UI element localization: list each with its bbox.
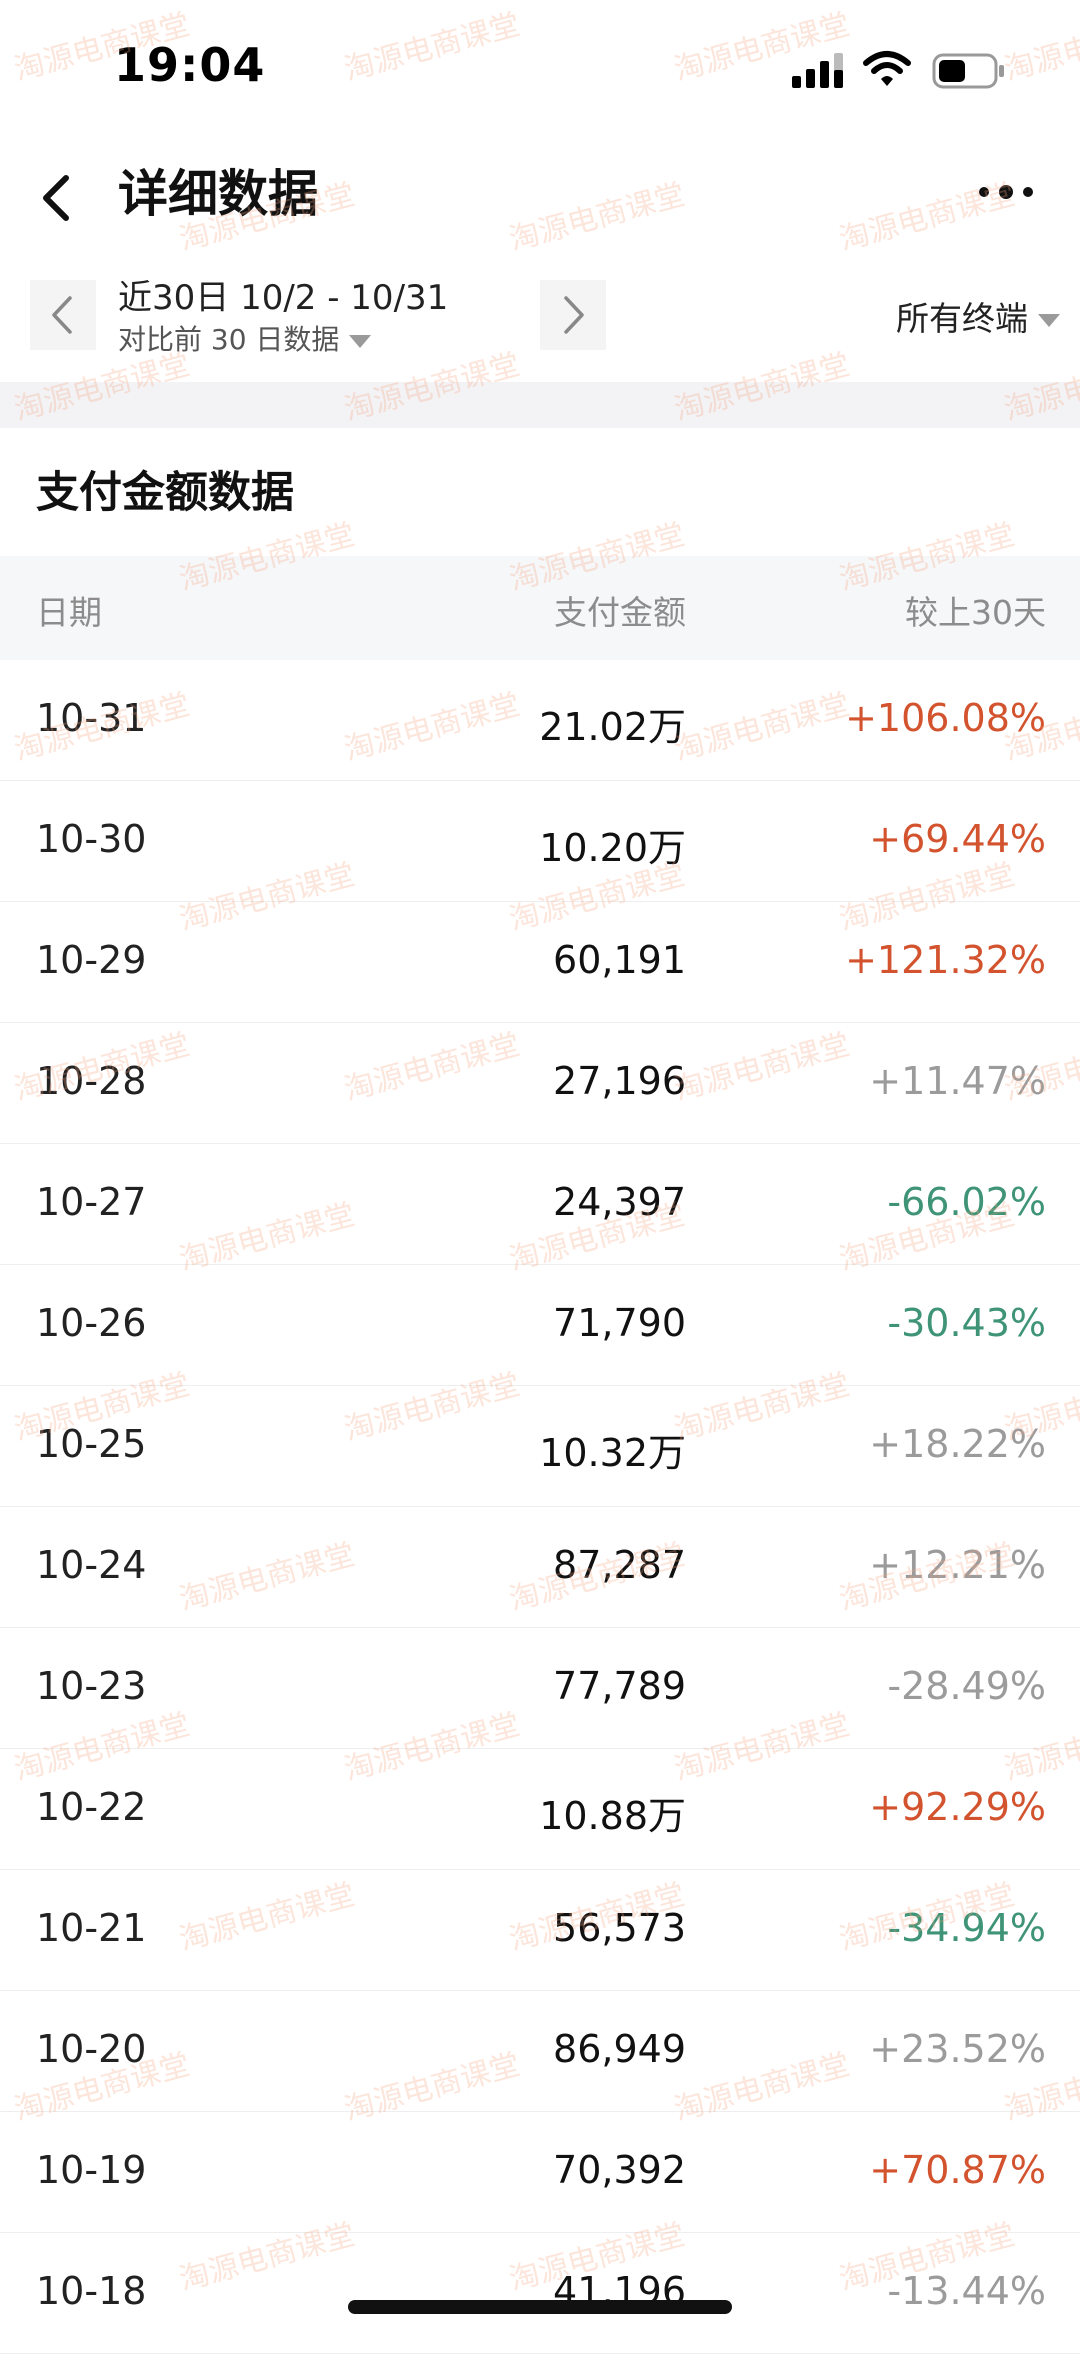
chevron-left-icon: [52, 296, 72, 334]
row-date: 10-18: [36, 2269, 147, 2313]
row-amount: 10.20万: [539, 826, 686, 870]
row-date: 10-31: [36, 696, 147, 740]
row-date: 10-26: [36, 1301, 147, 1345]
row-date: 10-22: [36, 1785, 147, 1829]
table-body: 10-31 21.02万 +106.08% 10-30 10.20万 +69.44% 10-…: [0, 660, 1080, 2354]
terminal-filter-dropdown[interactable]: 所有终端: [896, 292, 1060, 340]
caret-down-icon: [1038, 314, 1060, 327]
table-row: 10-24 87,287 +12.21%: [0, 1507, 1080, 1628]
date-range-selector: 近30日 10/2 - 10/31 对比前 30 日数据 所有终端: [0, 270, 1080, 370]
table-row: 10-29 60,191 +121.32%: [0, 902, 1080, 1023]
table-row: 10-21 56,573 -34.94%: [0, 1870, 1080, 1991]
row-amount: 77,789: [553, 1664, 686, 1708]
row-date: 10-21: [36, 1906, 147, 1950]
table-row: 10-30 10.20万 +69.44%: [0, 781, 1080, 902]
caret-down-icon: [349, 334, 372, 348]
row-date: 10-19: [36, 2148, 147, 2192]
row-change: +121.32%: [845, 938, 1046, 982]
table-row: 10-27 24,397 -66.02%: [0, 1144, 1080, 1265]
row-amount: 70,392: [553, 2148, 686, 2192]
row-change: -66.02%: [887, 1180, 1046, 1224]
row-date: 10-25: [36, 1422, 147, 1466]
row-amount: 21.02万: [539, 705, 686, 749]
row-change: +11.47%: [869, 1059, 1046, 1103]
previous-period-button[interactable]: [30, 280, 96, 350]
status-bar: 19:04: [0, 0, 1080, 140]
row-amount: 60,191: [553, 938, 686, 982]
table-row: 10-26 71,790 -30.43%: [0, 1265, 1080, 1386]
row-date: 10-29: [36, 938, 147, 982]
row-change: -28.49%: [887, 1664, 1046, 1708]
row-date: 10-27: [36, 1180, 147, 1224]
row-change: -13.44%: [887, 2269, 1046, 2313]
table-row: 10-22 10.88万 +92.29%: [0, 1749, 1080, 1870]
row-date: 10-30: [36, 817, 147, 861]
row-change: +69.44%: [869, 817, 1046, 861]
table-row: 10-23 77,789 -28.49%: [0, 1628, 1080, 1749]
row-date: 10-24: [36, 1543, 147, 1587]
table-row: 10-28 27,196 +11.47%: [0, 1023, 1080, 1144]
row-change: +18.22%: [869, 1422, 1046, 1466]
back-arrow-icon[interactable]: [32, 162, 82, 232]
table-row: 10-19 70,392 +70.87%: [0, 2112, 1080, 2233]
row-amount: 10.88万: [539, 1794, 686, 1838]
row-change: -30.43%: [887, 1301, 1046, 1345]
terminal-filter-label: 所有终端: [896, 299, 1028, 338]
row-amount: 71,790: [553, 1301, 686, 1345]
chevron-right-icon: [564, 296, 584, 334]
page-title: 详细数据: [118, 165, 318, 223]
column-header-change: 较上30天: [905, 593, 1046, 632]
column-header-date: 日期: [36, 593, 102, 632]
column-header-amount: 支付金额: [554, 593, 686, 632]
compare-period-dropdown[interactable]: 对比前 30 日数据: [118, 318, 372, 358]
more-options-icon[interactable]: [976, 170, 1036, 214]
cellular-signal-icon: [792, 53, 843, 88]
table-row: 10-31 21.02万 +106.08%: [0, 660, 1080, 781]
compare-period-label: 对比前 30 日数据: [118, 323, 340, 356]
table-row: 10-25 10.32万 +18.22%: [0, 1386, 1080, 1507]
row-change: +12.21%: [869, 1543, 1046, 1587]
next-period-button[interactable]: [540, 280, 606, 350]
row-change: -34.94%: [887, 1906, 1046, 1950]
date-range-label: 近30日 10/2 - 10/31: [118, 278, 449, 318]
row-amount: 27,196: [553, 1059, 686, 1103]
table-row: 10-20 86,949 +23.52%: [0, 1991, 1080, 2112]
row-date: 10-23: [36, 1664, 147, 1708]
table-row: 10-18 41,196 -13.44%: [0, 2233, 1080, 2354]
row-change: +106.08%: [845, 696, 1046, 740]
status-time: 19:04: [114, 38, 266, 92]
table-header: 日期 支付金额 较上30天: [0, 556, 1080, 660]
home-indicator: [348, 2300, 732, 2314]
wifi-icon: [863, 51, 911, 86]
row-amount: 10.32万: [539, 1431, 686, 1475]
nav-bar: 详细数据: [0, 140, 1080, 260]
row-change: +92.29%: [869, 1785, 1046, 1829]
row-date: 10-28: [36, 1059, 147, 1103]
section-divider: [0, 382, 1080, 428]
row-amount: 87,287: [553, 1543, 686, 1587]
row-amount: 86,949: [553, 2027, 686, 2071]
row-date: 10-20: [36, 2027, 147, 2071]
row-change: +23.52%: [869, 2027, 1046, 2071]
section-title: 支付金额数据: [36, 468, 294, 518]
row-amount: 56,573: [553, 1906, 686, 1950]
row-change: +70.87%: [869, 2148, 1046, 2192]
row-amount: 24,397: [553, 1180, 686, 1224]
battery-icon: [932, 53, 1004, 89]
